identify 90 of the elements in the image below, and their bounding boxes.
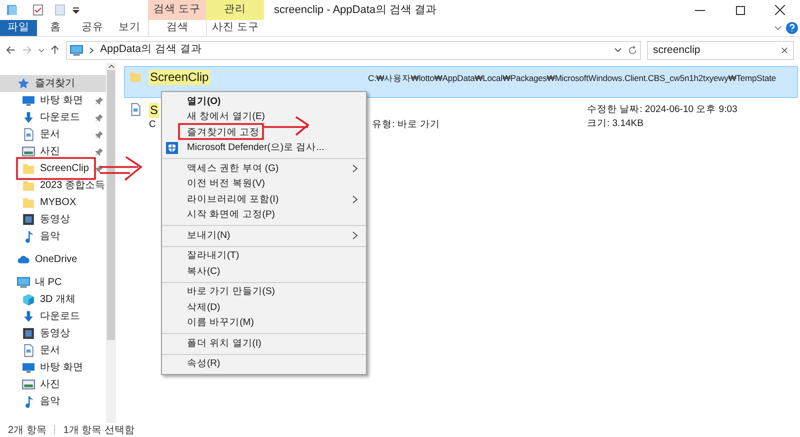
pin-icon <box>95 164 103 172</box>
window-title: screenclip - AppData의 검색 결과 <box>273 2 437 18</box>
computer-icon <box>70 44 84 56</box>
folder-icon <box>22 162 35 175</box>
picture-icon <box>22 145 35 158</box>
menu-item[interactable]: 속성(R) <box>164 356 364 372</box>
navigation-item[interactable]: 문서 <box>0 126 106 143</box>
back-arrow-icon[interactable] <box>6 45 16 55</box>
chevron-down-icon[interactable] <box>614 46 622 54</box>
menu-item[interactable]: 보내기(N) <box>164 228 364 244</box>
navigation-item[interactable]: 즐겨찾기 <box>0 75 106 92</box>
context-tab-header: 검색 도구 <box>148 0 206 20</box>
document-icon <box>22 344 35 357</box>
navigation-item[interactable]: 다운로드 <box>0 109 106 126</box>
pin-icon <box>95 96 103 104</box>
context-tab-header: 관리 <box>206 0 264 20</box>
menu-item[interactable]: 이름 바꾸기(M) <box>164 316 364 331</box>
scrollbar[interactable] <box>106 63 116 423</box>
monitor-icon <box>22 361 35 374</box>
download-arrow-icon <box>22 111 35 124</box>
menu-item[interactable]: 액세스 권한 부여 (G) <box>164 161 364 176</box>
film-icon <box>22 327 35 340</box>
dropdown-icon[interactable] <box>72 6 80 14</box>
navigation-item[interactable]: 내 PC <box>0 274 106 291</box>
navigation-item[interactable]: 바탕 화면 <box>0 359 106 376</box>
star-icon <box>17 77 30 90</box>
download-arrow-icon <box>22 310 35 323</box>
close-icon <box>775 5 785 15</box>
navigation-item[interactable]: ScreenClip <box>0 160 106 177</box>
help-icon[interactable] <box>786 22 798 34</box>
ribbon-tab[interactable]: 홈 <box>37 20 74 36</box>
folder-icon <box>22 179 35 192</box>
menu-item[interactable]: 잘라내기(T) <box>164 248 364 264</box>
navigation-item[interactable]: 동영상 <box>0 211 106 228</box>
properties-icon[interactable] <box>32 4 44 16</box>
folder-icon <box>22 196 35 209</box>
menu-item[interactable]: 새 창에서 열기(E) <box>164 110 364 125</box>
address-field[interactable]: AppData의 검색 결과 <box>66 40 641 60</box>
menu-item[interactable]: 즐겨찾기에 고정 <box>164 125 364 140</box>
maximize-icon <box>736 6 744 14</box>
menu-item[interactable]: 시작 화면에 고정(P) <box>164 208 364 223</box>
result-row[interactable]: ScreenClip C:₩사용자₩lotto₩AppData₩Local₩Packages₩MicrosoftWindows.Client.CBS_cw5n1h2txyewy₩TempState <box>124 66 798 98</box>
menu-item[interactable]: Microsoft Defender(으)로 검사... <box>164 140 364 156</box>
navigation-item[interactable]: 2023 종합소득 <box>0 177 106 194</box>
pin-icon <box>95 130 103 138</box>
navigation-item[interactable]: MYBOX <box>0 194 106 211</box>
refresh-icon[interactable] <box>628 46 637 54</box>
navigation-item[interactable]: 음악 <box>0 393 106 410</box>
menu-item[interactable]: 복사(C) <box>164 264 364 280</box>
picture-icon <box>22 378 35 391</box>
computer-icon <box>17 276 30 289</box>
pin-icon <box>95 114 103 122</box>
folder-icon <box>129 70 142 83</box>
ribbon-tab[interactable]: 공유 <box>74 20 111 36</box>
menu-item[interactable]: 삭제(D) <box>164 300 364 316</box>
folder-icon <box>6 4 18 16</box>
navigation-item[interactable]: 사진 <box>0 376 106 393</box>
close-icon[interactable] <box>780 46 788 54</box>
document-icon <box>129 103 142 116</box>
navigation-item[interactable]: 음악 <box>0 228 106 245</box>
menu-item[interactable]: 라이브러리에 포함(I) <box>164 192 364 208</box>
navigation-item[interactable]: 바탕 화면 <box>0 92 106 109</box>
menu-item[interactable]: 이전 버전 복원(V) <box>164 176 364 192</box>
scroll-up-icon[interactable] <box>108 63 114 70</box>
document-icon <box>22 128 35 141</box>
ribbon-tab[interactable]: 사진 도구 <box>206 20 264 36</box>
navigation-item[interactable]: 3D 개체 <box>0 291 106 308</box>
cloud-icon <box>17 253 30 266</box>
item-count: 2개 항목 <box>8 424 46 437</box>
menu-item[interactable]: 바로 가기 만들기(S) <box>164 284 364 300</box>
navigation-item[interactable]: 동영상 <box>0 325 106 342</box>
ribbon-tab[interactable]: 보기 <box>111 20 148 36</box>
navigation-item[interactable]: OneDrive <box>0 251 106 268</box>
navigation-item[interactable]: 다운로드 <box>0 308 106 325</box>
shield-icon <box>166 142 178 154</box>
ribbon-tab[interactable]: 검색 <box>148 20 206 36</box>
selection-count: 1개 항목 선택함 <box>63 424 134 437</box>
chevron-down-icon[interactable] <box>774 24 782 32</box>
cube-icon <box>22 293 35 306</box>
menu-item[interactable]: 폴더 위치 열기(I) <box>164 336 364 352</box>
chevron-right-icon <box>89 46 94 54</box>
chevron-down-icon[interactable] <box>38 46 44 54</box>
search-field[interactable]: screenclip <box>646 40 794 60</box>
up-arrow-icon[interactable] <box>50 45 60 55</box>
navigation-item[interactable]: 사진 <box>0 143 106 160</box>
navigation-item[interactable]: 문서 <box>0 342 106 359</box>
monitor-icon <box>22 94 35 107</box>
film-icon <box>22 213 35 226</box>
ribbon-tab[interactable]: 파일 <box>0 20 37 36</box>
pin-icon <box>95 148 103 156</box>
